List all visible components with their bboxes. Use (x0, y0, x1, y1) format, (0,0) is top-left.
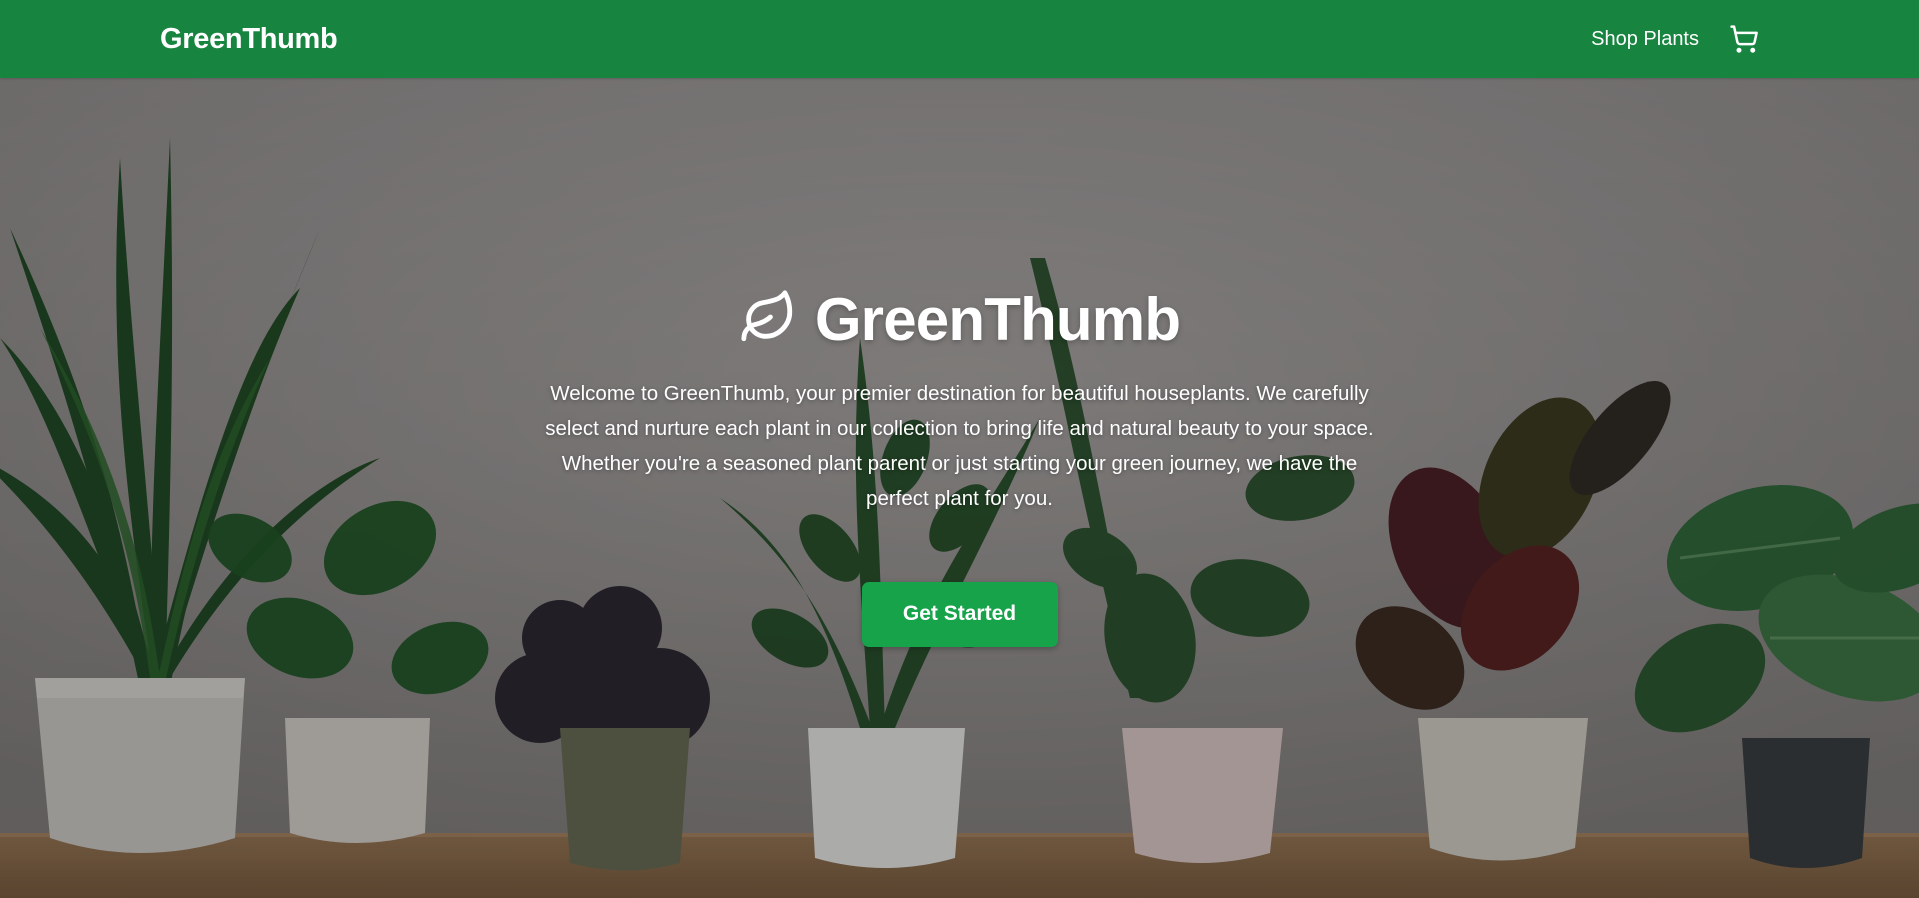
hero-description: Welcome to GreenThumb, your premier dest… (545, 382, 1374, 510)
hero-section: GreenThumb Welcome to GreenThumb, your p… (0, 78, 1919, 898)
get-started-button[interactable]: Get Started (861, 581, 1058, 647)
hero-title: GreenThumb (814, 286, 1181, 353)
brand-logo-link[interactable]: GreenThumb (160, 23, 338, 56)
nav-link-shop-plants[interactable]: Shop Plants (1591, 28, 1699, 51)
nav-menu: Shop Plants (1591, 24, 1759, 54)
hero-content: GreenThumb Welcome to GreenThumb, your p… (0, 78, 1919, 898)
leaf-icon (739, 288, 797, 351)
hero-title-row: GreenThumb (739, 285, 1181, 354)
top-navbar: GreenThumb Shop Plants (0, 0, 1919, 78)
shopping-cart-icon[interactable] (1729, 24, 1759, 54)
